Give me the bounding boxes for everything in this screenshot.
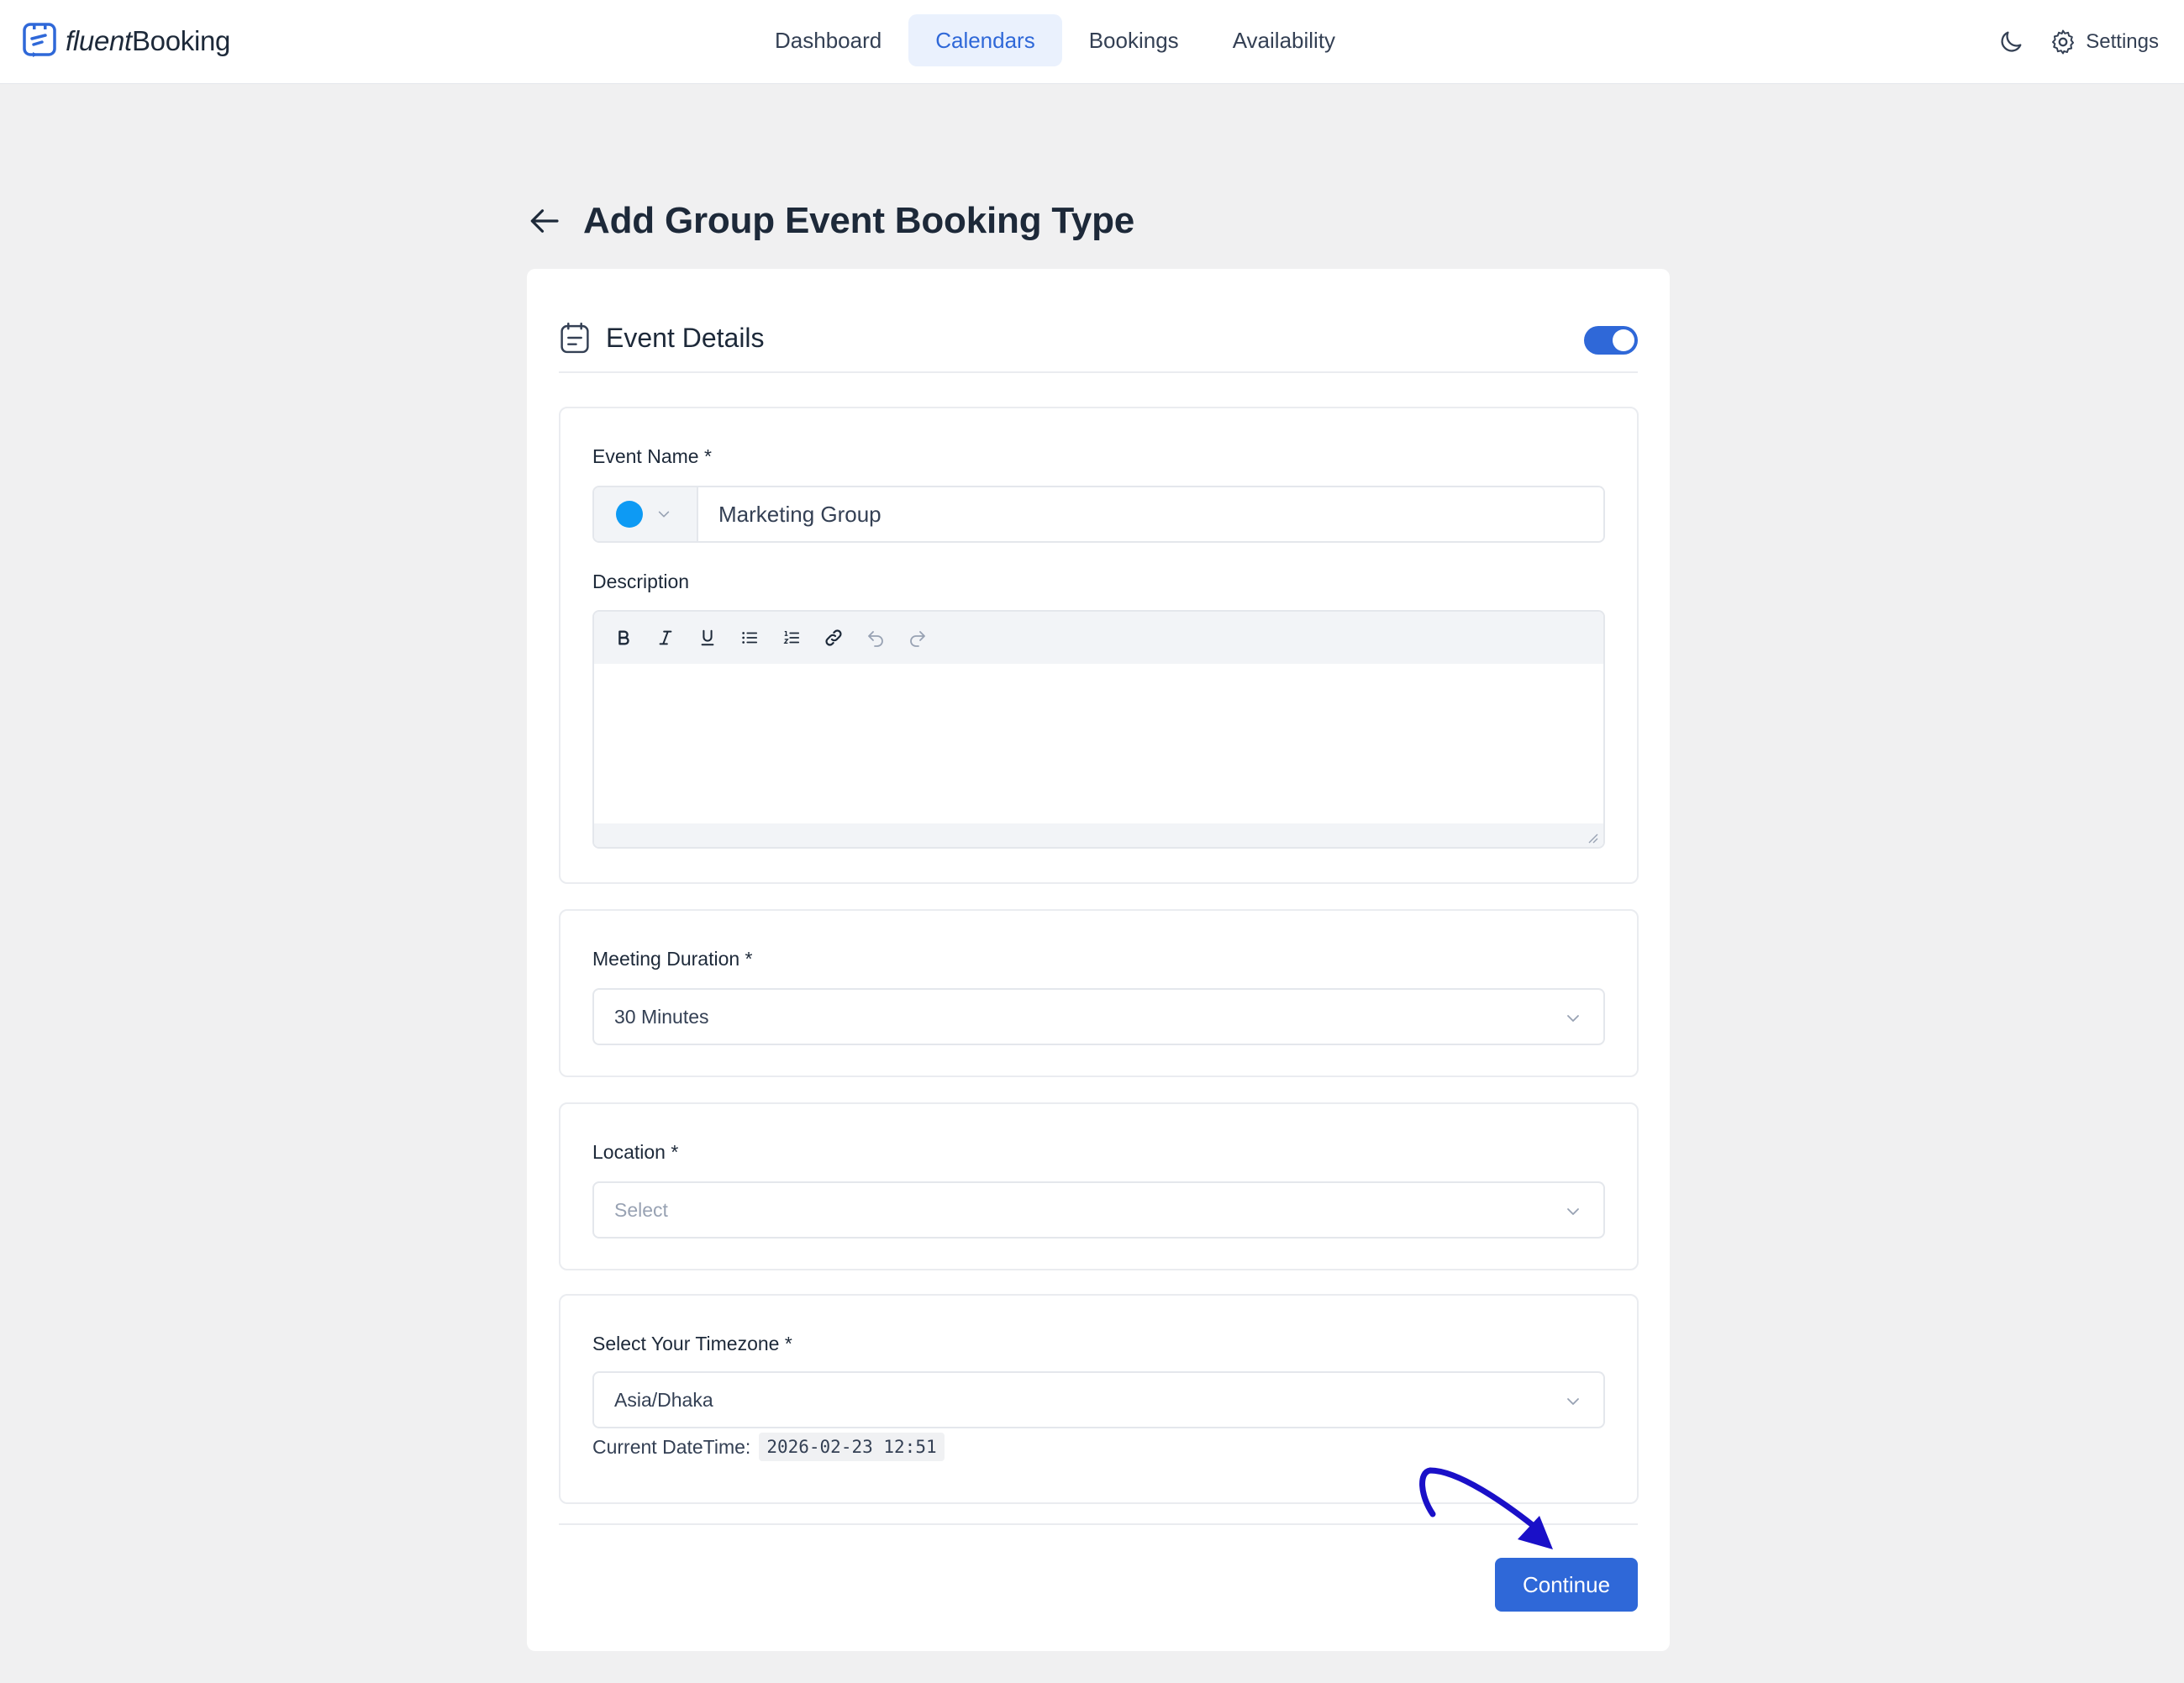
bullet-list-icon: [742, 632, 758, 644]
undo-icon: [868, 631, 883, 647]
location-label-text: Location: [592, 1141, 666, 1163]
chevron-down-icon: [1567, 1208, 1579, 1215]
duration-label-text: Meeting Duration: [592, 948, 740, 970]
card-header: Event Details: [559, 313, 1638, 363]
redo-icon: [910, 631, 925, 647]
required-mark: *: [671, 1141, 679, 1163]
numbered-list-button[interactable]: [777, 623, 806, 652]
timezone-value: Asia/Dhaka: [614, 1388, 713, 1411]
location-label: Location *: [592, 1141, 678, 1164]
divider: [559, 371, 1638, 373]
bold-icon: [618, 630, 629, 645]
fluentbooking-logo-icon: [23, 23, 56, 57]
toggle-knob: [1613, 329, 1634, 351]
resize-handle-icon[interactable]: [1585, 830, 1598, 844]
timezone-label: Select Your Timezone *: [592, 1333, 792, 1355]
nav-item-bookings[interactable]: Bookings: [1062, 14, 1206, 66]
event-name-input[interactable]: [698, 487, 1603, 541]
current-datetime-label: Current DateTime:: [592, 1435, 751, 1458]
back-arrow-icon[interactable]: [528, 203, 563, 239]
underline-icon: [701, 629, 714, 646]
editor-toolbar: [594, 612, 1603, 664]
required-mark: *: [703, 445, 712, 467]
editor-content[interactable]: [594, 664, 1603, 823]
current-datetime: Current DateTime: 2026-02-23 12:51: [592, 1433, 945, 1461]
chevron-down-icon: [1567, 1015, 1579, 1022]
brand-logo[interactable]: fluentBooking: [22, 20, 230, 62]
chevron-down-icon: [658, 511, 670, 518]
bold-button[interactable]: [609, 623, 638, 652]
event-name-label: Event Name *: [592, 445, 712, 468]
duration-value: 30 Minutes: [614, 1005, 709, 1028]
brand-name-bold: Booking: [131, 25, 231, 56]
italic-icon: [659, 630, 672, 645]
calendar-icon: [560, 322, 589, 354]
gear-icon: [2052, 29, 2075, 55]
required-mark: *: [745, 948, 753, 970]
settings-link[interactable]: Settings: [2049, 28, 2159, 56]
chevron-down-icon: [1567, 1398, 1579, 1405]
annotation-arrow-icon: [1419, 1467, 1553, 1549]
event-name-group: [592, 486, 1605, 543]
brand-name-light: fluent: [66, 25, 132, 56]
page-title: Add Group Event Booking Type: [583, 200, 1135, 241]
timezone-select[interactable]: Asia/Dhaka: [592, 1371, 1605, 1428]
color-swatch: [616, 501, 643, 528]
nav-item-calendars[interactable]: Calendars: [908, 14, 1062, 66]
link-button[interactable]: [819, 623, 848, 652]
header-tools: Settings: [1997, 24, 2159, 60]
editor-statusbar: [594, 823, 1603, 847]
event-name-label-text: Event Name: [592, 445, 699, 467]
name-description-section: Event Name * Description: [559, 407, 1639, 884]
duration-select[interactable]: 30 Minutes: [592, 988, 1605, 1045]
redo-button[interactable]: [903, 623, 932, 652]
description-editor[interactable]: [592, 610, 1605, 849]
italic-button[interactable]: [651, 623, 680, 652]
moon-icon[interactable]: [1997, 28, 2025, 56]
event-details-card: Event Details Event Name * Description: [527, 269, 1670, 1651]
required-mark: *: [784, 1333, 792, 1354]
location-select[interactable]: Select: [592, 1181, 1605, 1239]
timezone-label-text: Select Your Timezone: [592, 1333, 780, 1354]
duration-section: Meeting Duration * 30 Minutes: [559, 909, 1639, 1077]
card-title: Event Details: [606, 322, 765, 353]
continue-button[interactable]: Continue: [1495, 1558, 1638, 1612]
page-header: Add Group Event Booking Type: [528, 192, 1134, 250]
brand-name: fluentBooking: [66, 25, 230, 57]
underline-button[interactable]: [693, 623, 722, 652]
event-details-toggle[interactable]: [1584, 326, 1638, 355]
color-picker[interactable]: [594, 487, 698, 541]
location-section: Location * Select: [559, 1102, 1639, 1270]
main-nav: Dashboard Calendars Bookings Availabilit…: [748, 14, 1362, 66]
location-placeholder: Select: [614, 1198, 668, 1221]
link-icon: [825, 629, 842, 646]
description-label: Description: [592, 571, 690, 592]
numbered-list-icon: [783, 631, 800, 644]
bullet-list-button[interactable]: [735, 623, 764, 652]
duration-label: Meeting Duration *: [592, 948, 753, 970]
settings-label: Settings: [2086, 30, 2159, 53]
nav-item-dashboard[interactable]: Dashboard: [748, 14, 908, 66]
undo-button[interactable]: [861, 623, 890, 652]
nav-item-availability[interactable]: Availability: [1206, 14, 1362, 66]
top-navbar: fluentBooking Dashboard Calendars Bookin…: [0, 0, 2184, 84]
current-datetime-value: 2026-02-23 12:51: [759, 1433, 945, 1461]
